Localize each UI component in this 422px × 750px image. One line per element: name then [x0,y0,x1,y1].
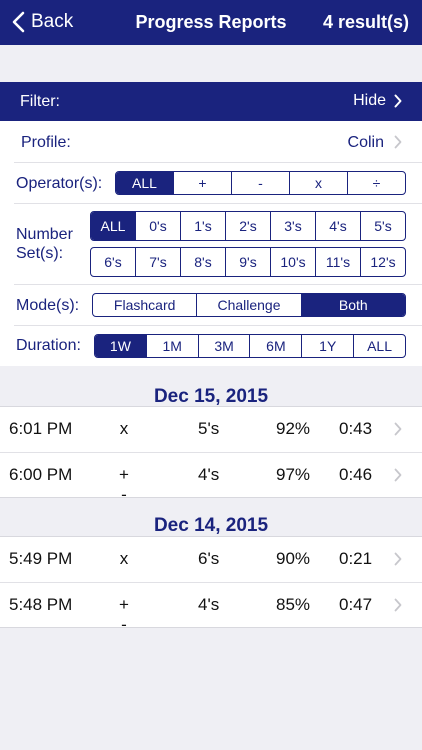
report-row[interactable]: 6:00 PM + - 4's 97% 0:46 [0,452,422,504]
report-row[interactable]: 6:01 PM x 5's 92% 0:43 [0,407,422,452]
back-label: Back [31,11,74,32]
number-set-option-10[interactable]: 10's [270,248,315,276]
number-set-option-2[interactable]: 2's [225,212,270,240]
result-count: 4 result(s) [322,12,409,32]
operator-option-divide[interactable]: ÷ [347,172,405,194]
number-sets-label-line2: Set(s): [16,245,64,262]
number-set-option-3[interactable]: 3's [270,212,315,240]
duration-option-1y[interactable]: 1Y [301,335,353,357]
chevron-right-icon [394,422,402,436]
back-button[interactable]: Back [12,10,73,34]
divider [14,203,422,204]
mode-option-challenge[interactable]: Challenge [196,294,300,316]
hide-filter-button[interactable]: Hide [353,92,402,110]
duration-option-3m[interactable]: 3M [197,335,250,357]
report-score: 90% [276,549,311,568]
report-row[interactable]: 5:48 PM + - 4's 85% 0:47 [0,582,422,634]
chevron-right-icon [394,552,402,566]
report-duration: 0:47 [339,595,373,614]
number-set-row-2: 6's 7's 8's 9's 10's 11's 12's [90,247,406,277]
chevron-left-icon [12,11,25,33]
number-sets-label-line1: Number [16,226,73,243]
report-duration: 0:46 [339,465,373,484]
report-operator: + - [119,595,129,634]
number-set-option-8[interactable]: 8's [180,248,225,276]
mode-option-flashcard[interactable]: Flashcard [93,294,196,316]
duration-label: Duration: [16,337,81,354]
number-set-option-12[interactable]: 12's [360,248,405,276]
filter-label: Filter: [20,93,60,110]
number-set-option-11[interactable]: 11's [315,248,360,276]
number-set-option-0[interactable]: 0's [135,212,180,240]
operator-option-all[interactable]: ALL [116,172,173,194]
divider [14,284,422,285]
duration-option-1w[interactable]: 1W [95,335,146,357]
section-date-header: Dec 15, 2015 [153,386,269,407]
duration-option-1m[interactable]: 1M [145,335,198,357]
report-score: 97% [276,465,311,484]
report-time: 5:48 PM [9,595,73,614]
report-number-set: 6's [198,549,220,568]
report-score: 85% [276,595,311,614]
divider [14,162,422,163]
profile-row[interactable]: Profile: Colin [0,121,422,162]
number-set-option-9[interactable]: 9's [225,248,270,276]
number-set-option-all[interactable]: ALL [91,212,135,240]
chevron-right-icon [394,135,402,149]
operator-segmented-control: ALL + - x ÷ [115,171,406,195]
duration-option-6m[interactable]: 6M [249,335,301,357]
report-time: 6:01 PM [9,419,73,438]
report-operator: x [119,549,129,568]
number-set-option-4[interactable]: 4's [315,212,360,240]
modes-label: Mode(s): [16,297,80,314]
operator-option-subtract[interactable]: - [231,172,289,194]
report-duration: 0:43 [339,419,373,438]
number-set-option-6[interactable]: 6's [91,248,135,276]
number-set-option-1[interactable]: 1's [180,212,225,240]
operators-label: Operator(s): [16,175,103,192]
filter-panel: Profile: Colin Operator(s): ALL + - x ÷ … [0,121,422,366]
operator-option-add[interactable]: + [173,172,231,194]
number-set-option-7[interactable]: 7's [135,248,180,276]
duration-segmented-control: 1W 1M 3M 6M 1Y ALL [94,334,406,358]
number-set-row-1: ALL 0's 1's 2's 3's 4's 5's [90,211,406,241]
navigation-bar: Back Progress Reports 4 result(s) [0,0,422,45]
report-number-set: 4's [198,465,220,484]
report-list: 6:01 PM x 5's 92% 0:43 6:00 PM + - 4's 9… [0,406,422,504]
profile-label: Profile: [21,134,71,151]
divider [14,325,422,326]
mode-option-both[interactable]: Both [300,294,405,316]
number-set-option-5[interactable]: 5's [360,212,405,240]
report-time: 6:00 PM [9,465,73,484]
report-score: 92% [276,419,311,438]
report-row[interactable]: 5:49 PM x 6's 90% 0:21 [0,537,422,582]
report-operator: x [119,419,129,438]
report-operator: + - [119,465,129,504]
report-duration: 0:21 [339,549,373,568]
section-date-header: Dec 14, 2015 [153,515,269,536]
chevron-right-icon [394,598,402,612]
report-number-set: 4's [198,595,220,614]
filter-header: Filter: Hide [0,82,422,121]
hide-label: Hide [353,92,386,109]
operator-option-multiply[interactable]: x [289,172,347,194]
report-time: 5:49 PM [9,549,73,568]
mode-segmented-control: Flashcard Challenge Both [92,293,406,317]
report-number-set: 5's [198,419,220,438]
chevron-right-icon [394,94,402,108]
duration-option-all[interactable]: ALL [353,335,405,357]
profile-value: Colin [347,134,384,151]
report-list: 5:49 PM x 6's 90% 0:21 5:48 PM + - 4's 8… [0,536,422,634]
chevron-right-icon [394,468,402,482]
